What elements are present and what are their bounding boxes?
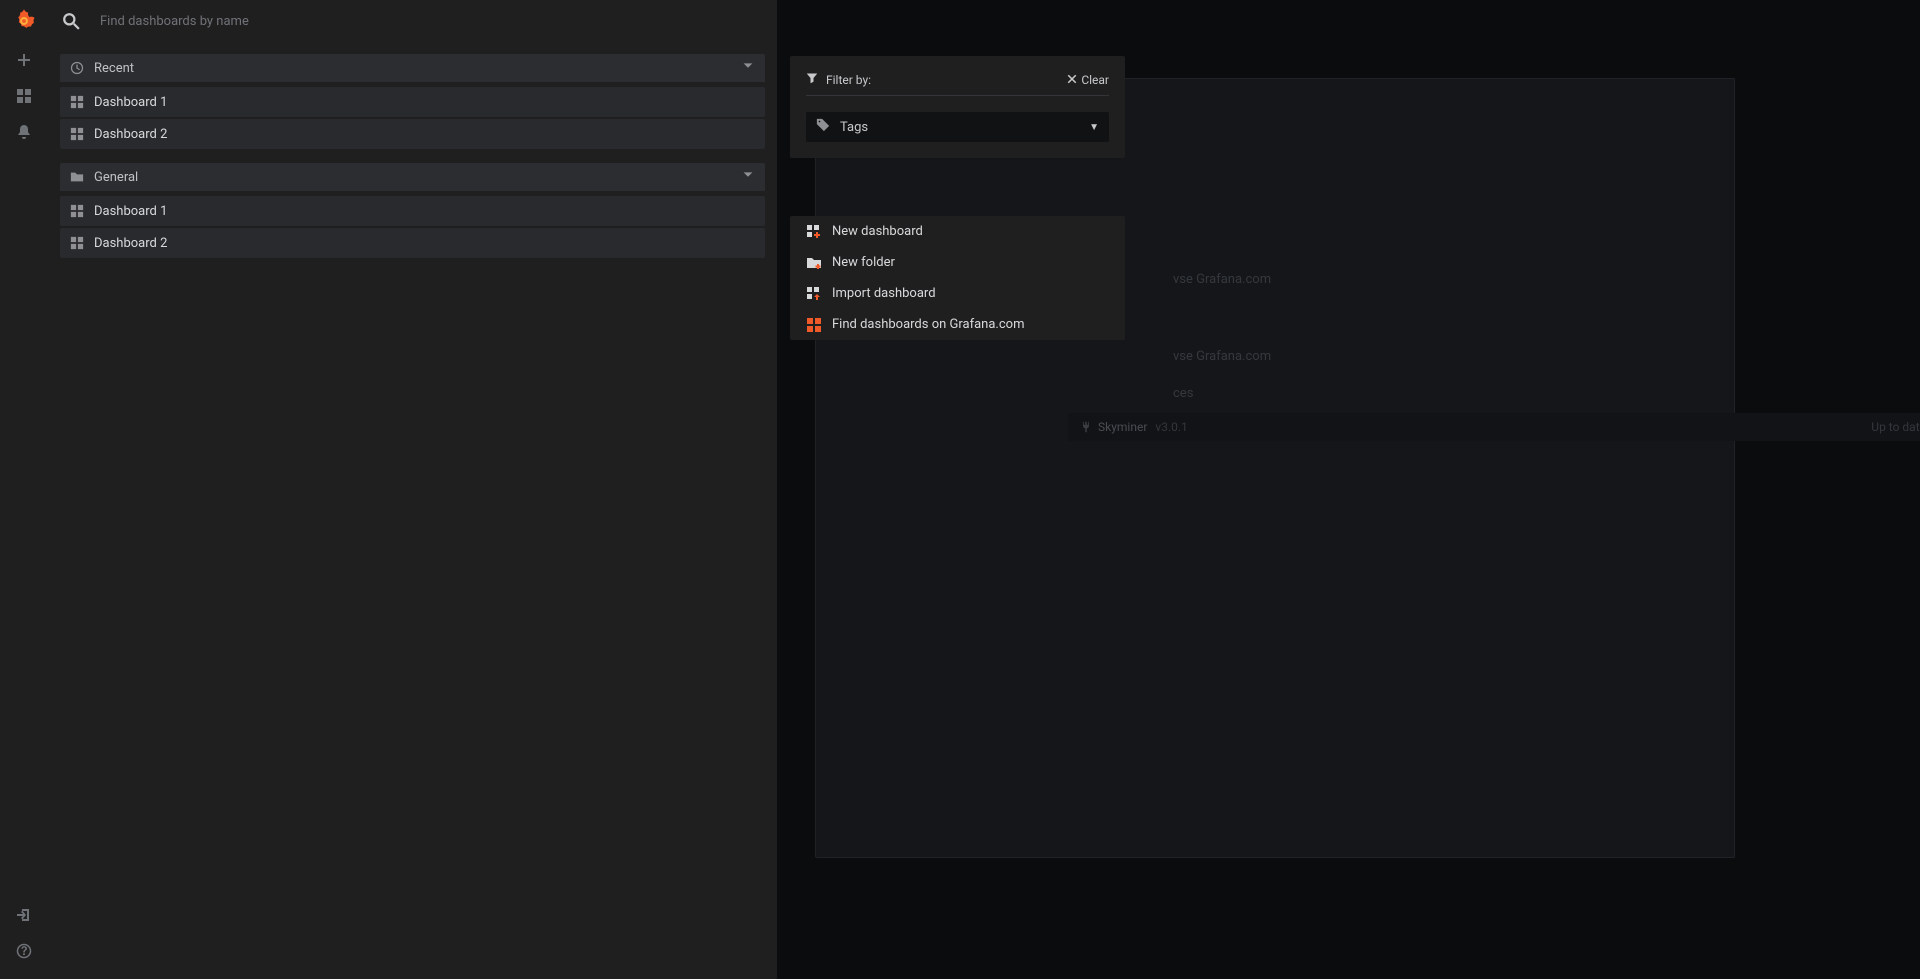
new-folder-icon <box>806 255 822 271</box>
section-recent-header[interactable]: Recent <box>60 54 765 82</box>
close-icon <box>1067 73 1077 87</box>
action-new-dashboard[interactable]: New dashboard <box>790 216 1125 247</box>
filter-header: Filter by: Clear <box>806 72 1109 96</box>
dashboard-item-label: Dashboard 2 <box>94 127 167 142</box>
folder-icon <box>70 170 84 184</box>
filter-clear-label: Clear <box>1081 73 1109 87</box>
grafana-grid-icon <box>806 317 822 333</box>
filter-panel: Filter by: Clear Tags ▼ <box>790 56 1125 158</box>
dashboard-item[interactable]: Dashboard 2 <box>60 228 765 258</box>
dashboard-item-label: Dashboard 1 <box>94 95 167 110</box>
search-icon <box>62 12 80 30</box>
bg-datasource-version: v3.0.1 <box>1155 420 1187 434</box>
search-input[interactable] <box>100 14 765 29</box>
section-general-title: General <box>94 170 138 185</box>
bg-browse-text-1: vse Grafana.com <box>1173 272 1271 287</box>
import-dashboard-icon <box>806 286 822 302</box>
dashboard-icon <box>70 204 84 218</box>
tags-select[interactable]: Tags ▼ <box>806 112 1109 142</box>
left-nav <box>0 0 48 979</box>
dashboard-item-label: Dashboard 1 <box>94 204 167 219</box>
funnel-icon <box>806 72 818 87</box>
caret-down-icon: ▼ <box>1089 122 1099 133</box>
dashboard-icon <box>70 127 84 141</box>
action-find-on-grafana[interactable]: Find dashboards on Grafana.com <box>790 309 1125 340</box>
action-label: New folder <box>832 255 895 270</box>
nav-create-button[interactable] <box>0 42 48 78</box>
section-recent-title: Recent <box>94 61 134 76</box>
section-general-header[interactable]: General <box>60 163 765 191</box>
dashboard-icon <box>70 95 84 109</box>
action-new-folder[interactable]: New folder <box>790 247 1125 278</box>
nav-alerting-button[interactable] <box>0 114 48 150</box>
dashboard-item-label: Dashboard 2 <box>94 236 167 251</box>
filter-title: Filter by: <box>826 73 871 87</box>
grafana-logo[interactable] <box>0 0 48 42</box>
bg-datasource-status: Up to date <box>1871 420 1920 434</box>
plug-icon <box>1080 418 1092 437</box>
bg-datasource-name: Skyminer <box>1098 420 1147 434</box>
chevron-down-icon <box>741 168 755 186</box>
filter-clear-button[interactable]: Clear <box>1067 73 1109 87</box>
dashboard-item[interactable]: Dashboard 1 <box>60 196 765 226</box>
nav-signin-button[interactable] <box>0 897 48 933</box>
dashboard-item[interactable]: Dashboard 2 <box>60 119 765 149</box>
action-label: Import dashboard <box>832 286 936 301</box>
bg-browse-text-2: vse Grafana.com <box>1173 349 1271 364</box>
clock-icon <box>70 61 84 75</box>
section-recent: Recent Dashboard 1 Dashboard 2 <box>60 54 765 149</box>
action-label: Find dashboards on Grafana.com <box>832 317 1024 332</box>
actions-panel: New dashboard New folder Import dashboar… <box>790 216 1125 340</box>
section-general: General Dashboard 1 Dashboard 2 <box>60 163 765 258</box>
tag-icon <box>816 118 830 136</box>
new-dashboard-icon <box>806 224 822 240</box>
nav-dashboards-button[interactable] <box>0 78 48 114</box>
bg-datasources-heading: ces <box>1173 386 1193 401</box>
dashboard-icon <box>70 236 84 250</box>
nav-help-button[interactable] <box>0 933 48 969</box>
action-import-dashboard[interactable]: Import dashboard <box>790 278 1125 309</box>
tags-select-label: Tags <box>840 120 868 135</box>
search-topbar <box>48 0 777 42</box>
search-overlay: Recent Dashboard 1 Dashboard 2 <box>48 0 777 979</box>
action-label: New dashboard <box>832 224 923 239</box>
chevron-down-icon <box>741 59 755 77</box>
dashboard-item[interactable]: Dashboard 1 <box>60 87 765 117</box>
